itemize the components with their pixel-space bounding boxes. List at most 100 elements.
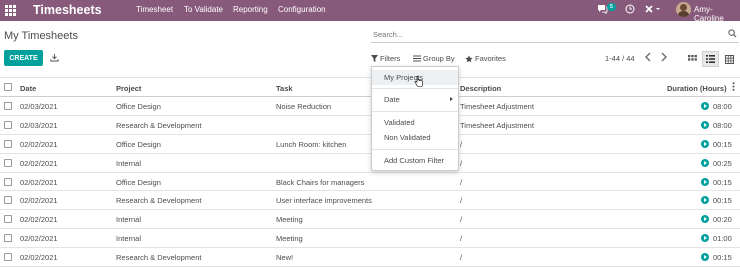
cell-description: / <box>460 253 463 263</box>
optional-columns-icon[interactable] <box>732 82 735 93</box>
list-view-icon[interactable] <box>702 51 719 67</box>
row-checkbox[interactable] <box>4 139 12 148</box>
table-row[interactable]: 02/02/2021 Research & Development New! /… <box>0 248 740 268</box>
cell-task: Noise Reduction <box>276 102 332 111</box>
table-row[interactable]: 02/03/2021 Office Design Noise Reduction… <box>0 97 740 116</box>
dropdown-divider <box>372 111 458 112</box>
row-checkbox[interactable] <box>4 196 12 205</box>
filter-date[interactable]: Date <box>372 92 458 107</box>
cell-description: / <box>460 158 463 168</box>
filter-icon <box>371 55 378 62</box>
menu-reporting[interactable]: Reporting <box>233 5 268 14</box>
table-row[interactable]: 02/02/2021 Internal Meeting / 01:00 <box>0 229 740 249</box>
table-row[interactable]: 02/02/2021 Office Design Lunch Room: kit… <box>0 135 740 154</box>
cell-project: Internal <box>116 234 142 244</box>
filters-label: Filters <box>380 54 401 63</box>
timer-play-icon[interactable] <box>701 177 709 186</box>
timer-play-icon[interactable] <box>701 215 709 224</box>
table-row[interactable]: 02/03/2021 Research & Development Timesh… <box>0 115 740 135</box>
cell-date: 02/03/2021 <box>20 102 58 111</box>
cell-task: Lunch Room: kitchen <box>276 139 347 149</box>
grid-view-icon[interactable] <box>721 51 738 67</box>
dropdown-divider <box>372 149 458 150</box>
header-project[interactable]: Project <box>116 84 141 93</box>
filter-validated[interactable]: Validated <box>372 115 458 130</box>
star-icon <box>465 54 473 62</box>
cell-project: Internal <box>116 158 142 168</box>
filters-button[interactable]: Filters <box>371 54 400 63</box>
row-checkbox[interactable] <box>4 253 12 262</box>
search-icon[interactable] <box>728 29 737 38</box>
pager-previous-icon[interactable] <box>644 52 652 65</box>
timer-play-icon[interactable] <box>701 158 709 167</box>
activity-clock-icon[interactable] <box>625 4 635 16</box>
groupby-button[interactable]: Group By <box>413 54 455 63</box>
cell-description: / <box>460 177 463 187</box>
chat-badge: 5 <box>607 3 616 11</box>
cell-description: / <box>460 234 463 244</box>
favorites-button[interactable]: Favorites <box>465 54 506 63</box>
row-checkbox[interactable] <box>4 158 12 167</box>
pager-value[interactable]: 1-44 / 44 <box>605 54 635 63</box>
create-button[interactable]: CREATE <box>4 50 43 66</box>
row-checkbox[interactable] <box>4 102 12 110</box>
table-row[interactable]: 02/02/2021 Internal Meeting / 00:20 <box>0 210 740 230</box>
timesheet-table: Date Project Task Description Duration (… <box>0 77 740 268</box>
search-input[interactable] <box>371 27 711 41</box>
menu-timesheet[interactable]: Timesheet <box>136 5 173 14</box>
cell-task: New! <box>276 253 294 263</box>
header-description[interactable]: Description <box>460 84 501 93</box>
timer-play-icon[interactable] <box>701 102 709 110</box>
username[interactable]: Amy-Caroline <box>694 5 740 23</box>
pager-next-icon[interactable] <box>660 52 668 65</box>
cell-project: Office Design <box>116 177 161 187</box>
cell-duration: 00:15 <box>713 253 732 263</box>
cell-duration: 00:15 <box>713 196 732 206</box>
timer-play-icon[interactable] <box>701 139 709 148</box>
menu-to-validate[interactable]: To Validate <box>184 5 223 14</box>
download-icon[interactable] <box>50 53 59 62</box>
cell-date: 02/02/2021 <box>20 158 58 168</box>
table-row[interactable]: 02/02/2021 Research & Development User i… <box>0 191 740 211</box>
kanban-view-icon[interactable] <box>684 51 701 67</box>
cell-duration: 08:00 <box>713 102 732 111</box>
groupby-label: Group By <box>423 54 455 63</box>
row-checkbox[interactable] <box>4 234 12 243</box>
cell-description: / <box>460 139 463 149</box>
table-header: Date Project Task Description Duration (… <box>0 77 740 97</box>
cell-date: 02/03/2021 <box>20 120 58 130</box>
cell-project: Research & Development <box>116 196 202 206</box>
table-row[interactable]: 02/02/2021 Internal / 00:25 <box>0 153 740 173</box>
add-custom-filter[interactable]: Add Custom Filter <box>372 153 458 168</box>
timer-play-icon[interactable] <box>701 120 709 129</box>
timer-play-icon[interactable] <box>701 196 709 205</box>
cell-duration: 00:25 <box>713 158 732 168</box>
user-avatar[interactable] <box>676 2 691 17</box>
row-checkbox[interactable] <box>4 215 12 224</box>
pointer-hand-icon <box>414 76 423 87</box>
header-task[interactable]: Task <box>276 84 293 93</box>
cell-date: 02/02/2021 <box>20 196 58 206</box>
cell-project: Research & Development <box>116 120 202 130</box>
search-bar <box>371 27 739 43</box>
cell-description: / <box>460 196 463 206</box>
select-all-checkbox[interactable] <box>4 83 12 91</box>
debug-tools-icon[interactable] <box>645 4 661 16</box>
cell-description: Timesheet Adjustment <box>460 120 534 130</box>
row-checkbox[interactable] <box>4 177 12 186</box>
timer-play-icon[interactable] <box>701 234 709 243</box>
filter-non-validated[interactable]: Non Validated <box>372 130 458 145</box>
menu-configuration[interactable]: Configuration <box>278 5 326 14</box>
apps-menu-icon[interactable] <box>5 5 16 16</box>
cell-description: / <box>460 215 463 225</box>
cell-task: User interface improvements <box>276 196 372 206</box>
timer-play-icon[interactable] <box>701 253 709 262</box>
header-duration[interactable]: Duration (Hours) <box>667 84 727 93</box>
cell-task: Black Chairs for managers <box>276 177 365 187</box>
app-brand[interactable]: Timesheets <box>33 3 102 17</box>
cell-project: Office Design <box>116 102 161 111</box>
header-date[interactable]: Date <box>20 84 36 93</box>
table-row[interactable]: 02/02/2021 Office Design Black Chairs fo… <box>0 173 740 192</box>
filter-date-label: Date <box>384 95 400 104</box>
row-checkbox[interactable] <box>4 120 12 129</box>
